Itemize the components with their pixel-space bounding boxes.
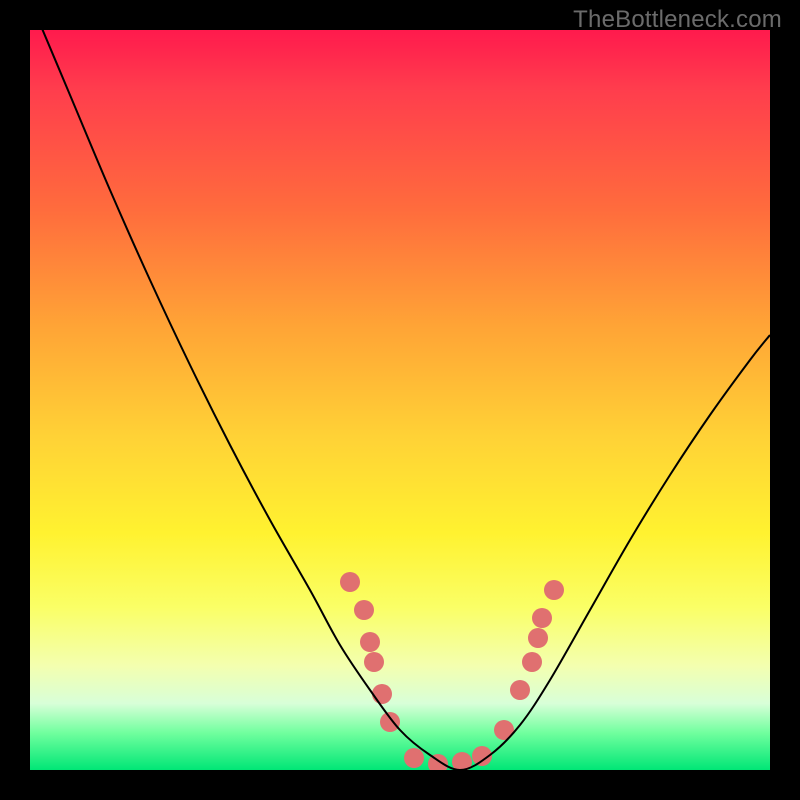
markers-group xyxy=(340,572,564,770)
marker-dot xyxy=(372,684,392,704)
marker-dot xyxy=(354,600,374,620)
chart-frame: TheBottleneck.com xyxy=(0,0,800,800)
marker-dot xyxy=(544,580,564,600)
marker-dot xyxy=(522,652,542,672)
marker-dot xyxy=(528,628,548,648)
marker-dot xyxy=(340,572,360,592)
bottleneck-curve-path xyxy=(30,30,770,770)
marker-dot xyxy=(380,712,400,732)
marker-dot xyxy=(360,632,380,652)
plot-area xyxy=(30,30,770,770)
chart-svg xyxy=(30,30,770,770)
marker-dot xyxy=(404,748,424,768)
marker-dot xyxy=(364,652,384,672)
marker-dot xyxy=(532,608,552,628)
marker-dot xyxy=(510,680,530,700)
